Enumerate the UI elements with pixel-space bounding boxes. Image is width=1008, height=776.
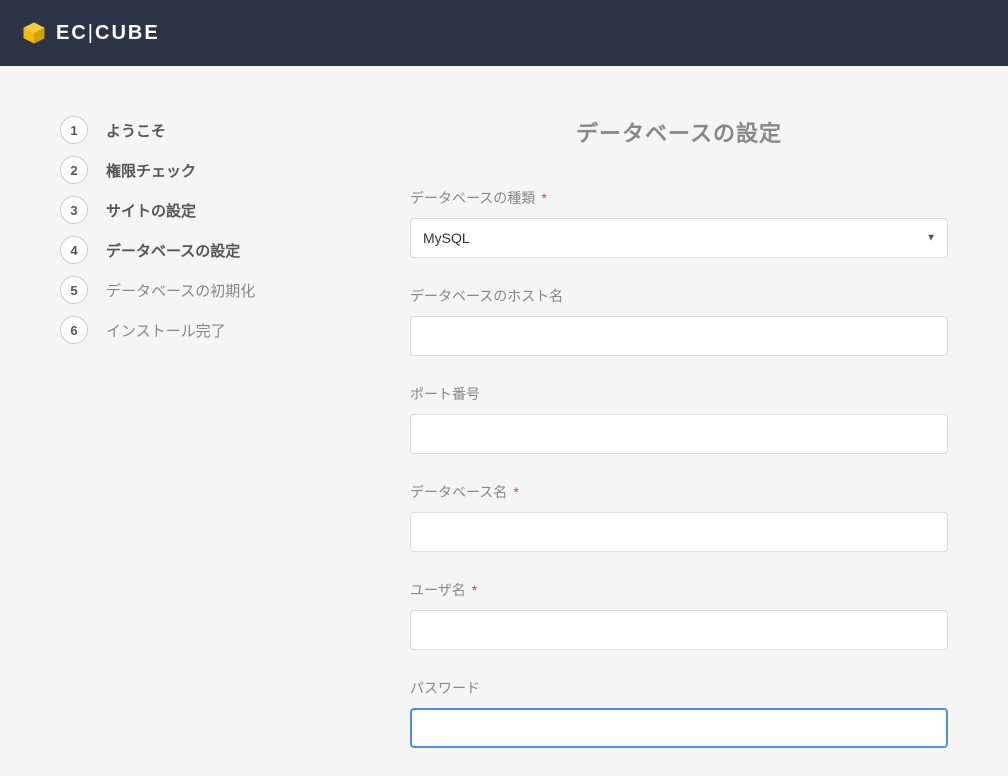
step-number: 3 [60,196,88,224]
step-label: データベースの設定 [106,240,240,261]
label-username: ユーザ名* [410,580,948,600]
step-number: 1 [60,116,88,144]
step-number: 6 [60,316,88,344]
select-wrapper: MySQL ▼ [410,218,948,258]
form-group-db-host: データベースのホスト名 [410,286,948,356]
form-group-db-type: データベースの種類* MySQL ▼ [410,188,948,258]
step-label: サイトの設定 [106,200,196,221]
required-marker: * [472,582,477,598]
step-item-database-init: 5 データベースの初期化 [60,276,330,304]
form-group-db-name: データベース名* [410,482,948,552]
sidebar: 1 ようこそ 2 権限チェック 3 サイトの設定 4 データベースの設定 5 デ… [60,116,330,776]
form-group-username: ユーザ名* [410,580,948,650]
label-db-host: データベースのホスト名 [410,286,948,306]
db-host-input[interactable] [410,316,948,356]
header: EC|CUBE [0,0,1008,66]
username-input[interactable] [410,610,948,650]
page-title: データベースの設定 [410,116,948,148]
step-label: データベースの初期化 [106,280,255,301]
required-marker: * [541,190,546,206]
db-name-input[interactable] [410,512,948,552]
db-type-select[interactable]: MySQL [410,218,948,258]
label-port: ポート番号 [410,384,948,404]
step-number: 5 [60,276,88,304]
step-label: インストール完了 [106,320,226,341]
eccube-logo-icon [20,19,48,47]
form-group-port: ポート番号 [410,384,948,454]
step-label: 権限チェック [106,160,196,181]
logo: EC|CUBE [20,19,160,47]
password-input[interactable] [410,708,948,748]
step-item-install-complete: 6 インストール完了 [60,316,330,344]
step-item-permission: 2 権限チェック [60,156,330,184]
step-item-database-settings: 4 データベースの設定 [60,236,330,264]
step-number: 2 [60,156,88,184]
step-number: 4 [60,236,88,264]
step-item-site-settings: 3 サイトの設定 [60,196,330,224]
port-input[interactable] [410,414,948,454]
main-container: 1 ようこそ 2 権限チェック 3 サイトの設定 4 データベースの設定 5 デ… [0,66,1008,776]
label-db-name: データベース名* [410,482,948,502]
form-group-password: パスワード [410,678,948,748]
step-item-welcome: 1 ようこそ [60,116,330,144]
required-marker: * [513,484,518,500]
main-content: データベースの設定 データベースの種類* MySQL ▼ データベースのホスト名… [410,116,948,776]
label-db-type: データベースの種類* [410,188,948,208]
step-label: ようこそ [106,120,166,141]
label-password: パスワード [410,678,948,698]
step-list: 1 ようこそ 2 権限チェック 3 サイトの設定 4 データベースの設定 5 デ… [60,116,330,344]
logo-text: EC|CUBE [56,22,160,45]
